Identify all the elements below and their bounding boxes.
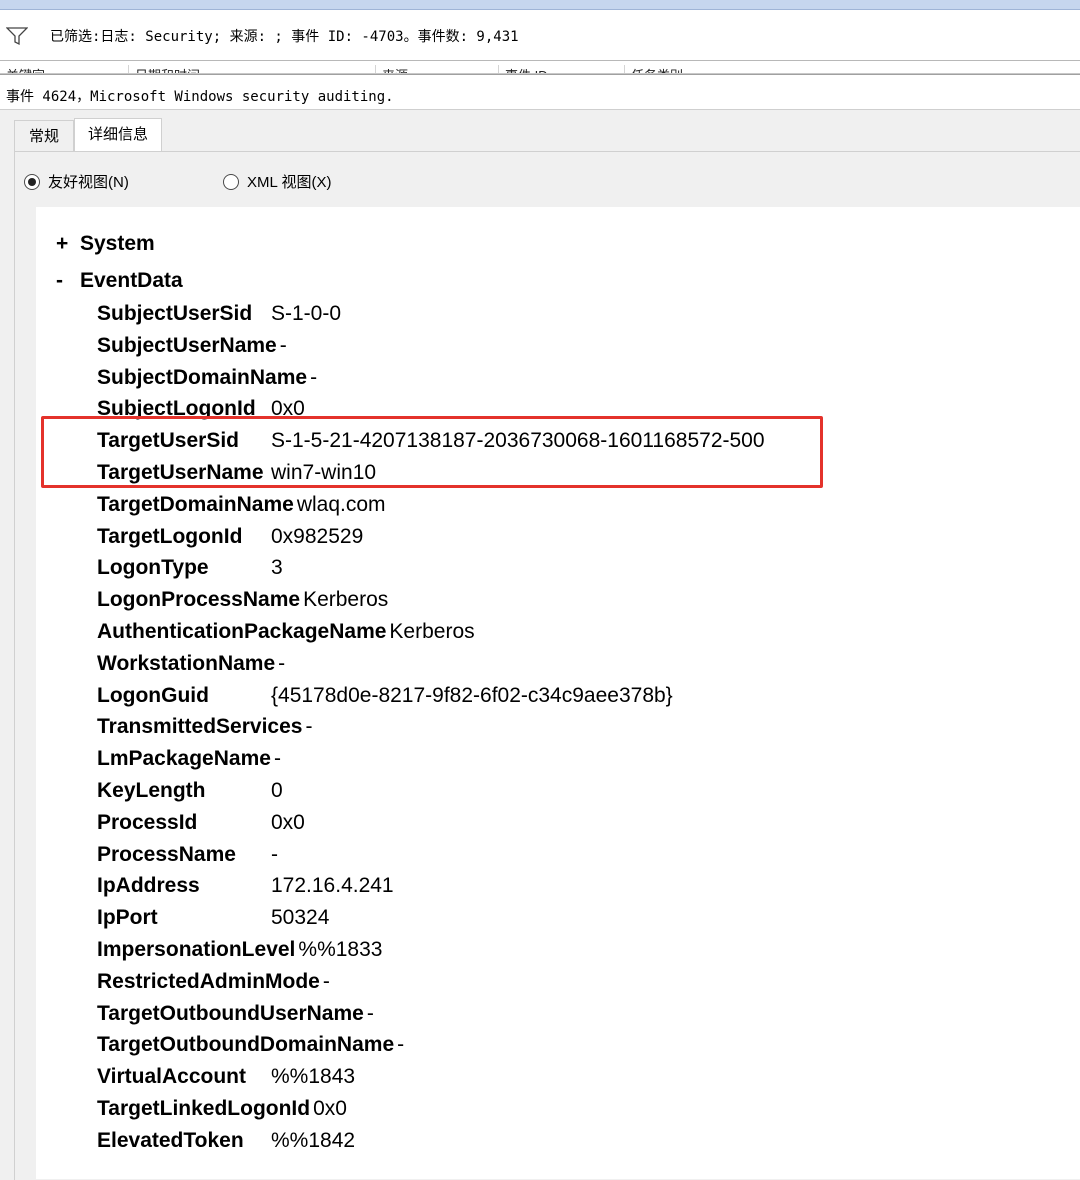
event-data-row: IpPort 50324 [97, 906, 329, 936]
event-list-column-header: 关键字 日期和时间 来源 事件 ID 任务类别 [0, 61, 1080, 74]
event-data-row: ImpersonationLevel %%1833 [97, 938, 382, 968]
event-data-key: VirtualAccount [97, 1065, 246, 1089]
event-data-row: LogonGuid {45178d0e-8217-9f82-6f02-c34c9a… [97, 684, 673, 714]
event-data-value: 172.16.4.241 [271, 874, 394, 898]
column-event-id[interactable]: 事件 ID [498, 65, 623, 73]
event-data-key: SubjectDomainName [97, 365, 308, 389]
event-data-key: ProcessId [97, 810, 198, 834]
event-data-value: - [271, 842, 278, 866]
event-data-value: - [278, 651, 286, 675]
event-data-value: - [305, 715, 313, 739]
event-title-bar: 事件 4624，Microsoft Windows security audit… [0, 74, 1080, 110]
event-data-value: Kerberos [303, 588, 389, 612]
event-data-value: - [397, 1033, 405, 1057]
event-data-key: ProcessName [97, 842, 236, 866]
event-data-row: LmPackageName - [97, 747, 281, 777]
event-data-key: TransmittedServices [97, 715, 303, 739]
event-data-value: Kerberos [389, 620, 475, 643]
column-source[interactable]: 来源 [375, 65, 497, 73]
event-data-value: {45178d0e-8217-9f82-6f02-c34c9aee378b} [271, 683, 673, 707]
event-data-value: %%1842 [271, 1128, 356, 1152]
tree-label-eventdata: EventData [80, 269, 183, 292]
filter-bar: 已筛选:日志: Security; 来源: ; 事件 ID: -4703。事件数… [0, 10, 1080, 61]
event-data-row: WorkstationName - [97, 652, 285, 682]
column-keywords[interactable]: 关键字 [0, 65, 126, 73]
event-data-row: TargetOutboundDomainName - [97, 1033, 404, 1063]
event-data-value: 50324 [271, 906, 330, 930]
event-data-key: LmPackageName [97, 747, 271, 771]
event-data-key: IpPort [97, 906, 158, 930]
event-data-row: VirtualAccount %%1843 [97, 1065, 355, 1095]
event-data-key: TargetDomainName [97, 492, 294, 516]
event-data-row: SubjectDomainName - [97, 366, 317, 396]
event-data-value: %%1843 [271, 1065, 356, 1089]
xml-view-label: XML 视图(X) [247, 174, 332, 191]
window-top-strip [0, 0, 1080, 10]
event-data-key: KeyLength [97, 779, 206, 802]
event-data-value: - [322, 969, 330, 993]
column-datetime[interactable]: 日期和时间 [128, 65, 375, 73]
column-task-category[interactable]: 任务类别 [624, 65, 911, 73]
event-data-key: AuthenticationPackageName [97, 620, 387, 643]
friendly-view-radio[interactable]: 友好视图(N) [24, 171, 129, 192]
tree-node-eventdata[interactable]: - EventData [56, 269, 183, 293]
event-data-row: TransmittedServices - [97, 715, 312, 745]
collapse-icon[interactable]: - [56, 269, 80, 293]
event-data-key: TargetOutboundUserName [97, 1001, 364, 1025]
event-data-row: TargetLinkedLogonId 0x0 [97, 1097, 347, 1127]
event-data-value: - [310, 365, 318, 389]
event-data-key: IpAddress [97, 874, 200, 898]
event-data-row: ElevatedToken %%1842 [97, 1129, 355, 1159]
event-data-value: - [279, 333, 287, 357]
event-data-row: KeyLength 0 [97, 779, 283, 809]
tree-node-system[interactable]: + System [56, 232, 155, 256]
tree-label-system: System [80, 232, 155, 255]
event-data-key: RestrictedAdminMode [97, 969, 320, 993]
event-data-row: LogonProcessName Kerberos [97, 588, 388, 618]
event-data-row: LogonType 3 [97, 556, 283, 586]
event-data-key: WorkstationName [97, 651, 276, 675]
event-data-row: TargetLogonId 0x982529 [97, 525, 363, 555]
event-data-key: ElevatedToken [97, 1128, 244, 1152]
event-data-row: TargetOutboundUserName - [97, 1002, 374, 1032]
highlight-box [41, 416, 823, 488]
event-data-row: ProcessId 0x0 [97, 811, 305, 841]
event-data-value: 0 [271, 779, 283, 802]
radio-selected-icon [24, 173, 40, 190]
filter-icon[interactable] [6, 26, 28, 46]
event-data-value: wlaq.com [296, 492, 386, 516]
event-data-key: TargetLogonId [97, 524, 243, 548]
event-data-row: RestrictedAdminMode - [97, 970, 330, 1000]
event-data-key: SubjectUserSid [97, 302, 253, 325]
event-data-row: IpAddress 172.16.4.241 [97, 874, 394, 904]
friendly-view-label: 友好视图(N) [48, 174, 129, 191]
event-data-row: ProcessName - [97, 843, 278, 873]
event-data-row: TargetDomainName wlaq.com [97, 493, 386, 523]
event-data-row: AuthenticationPackageName Kerberos [97, 620, 475, 650]
expand-icon[interactable]: + [56, 232, 80, 256]
event-data-key: ImpersonationLevel [97, 938, 296, 961]
event-data-key: LogonType [97, 556, 209, 580]
event-data-value: 0x0 [271, 810, 305, 834]
event-data-value: - [366, 1001, 374, 1025]
event-data-row: SubjectUserSid S-1-0-0 [97, 302, 341, 332]
tab-details[interactable]: 详细信息 [74, 118, 162, 151]
event-data-key: LogonGuid [97, 683, 209, 707]
event-title: 事件 4624，Microsoft Windows security audit… [6, 89, 394, 105]
radio-unselected-icon [223, 173, 239, 190]
event-data-key: TargetOutboundDomainName [97, 1033, 395, 1057]
event-data-key: LogonProcessName [97, 588, 301, 612]
event-data-row: SubjectUserName - [97, 334, 287, 364]
event-data-value: 0x982529 [271, 524, 364, 548]
event-data-value: S-1-0-0 [271, 302, 342, 325]
event-data-value: - [273, 747, 281, 771]
tab-general[interactable]: 常规 [14, 120, 74, 151]
event-data-value: 0x0 [313, 1097, 347, 1120]
xml-view-radio[interactable]: XML 视图(X) [223, 171, 331, 192]
event-data-value: %%1833 [298, 938, 383, 961]
filter-description: 已筛选:日志: Security; 来源: ; 事件 ID: -4703。事件数… [50, 29, 519, 45]
event-data-key: SubjectUserName [97, 333, 277, 357]
event-data-key: TargetLinkedLogonId [97, 1097, 311, 1120]
event-data-value: 3 [271, 556, 283, 580]
